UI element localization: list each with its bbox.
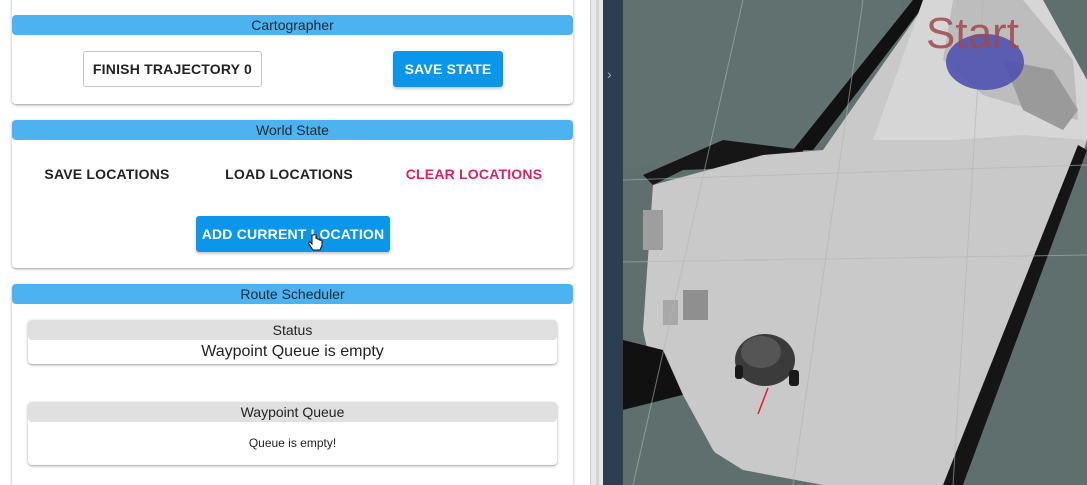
waypoint-queue-header: Waypoint Queue: [28, 402, 557, 422]
waypoint-queue-panel: Waypoint Queue Queue is empty!: [28, 402, 557, 465]
status-panel: Status Waypoint Queue is empty: [28, 320, 557, 364]
clear-locations-button[interactable]: CLEAR LOCATIONS: [404, 156, 544, 192]
route-scheduler-header: Route Scheduler: [12, 284, 573, 304]
chevron-right-icon[interactable]: ›: [607, 66, 612, 82]
finish-trajectory-button[interactable]: FINISH TRAJECTORY 0: [83, 51, 262, 87]
status-header: Status: [28, 320, 557, 340]
viewer-sidebar: ›: [603, 0, 623, 485]
splitter-grip[interactable]: [596, 0, 599, 485]
world-state-card: World State SAVE LOCATIONS LOAD LOCATION…: [12, 120, 573, 268]
cartographer-header: Cartographer: [12, 15, 573, 35]
add-current-location-button[interactable]: ADD CURRENT LOCATION: [196, 216, 390, 252]
occupancy-map[interactable]: Start: [623, 0, 1087, 485]
save-state-button[interactable]: SAVE STATE: [393, 51, 503, 87]
control-panel: Cartographer FINISH TRAJECTORY 0 SAVE ST…: [0, 0, 590, 485]
status-message: Waypoint Queue is empty: [201, 343, 384, 360]
world-state-header: World State: [12, 120, 573, 140]
route-scheduler-card: Route Scheduler Status Waypoint Queue is…: [12, 284, 573, 485]
waypoint-queue-message: Queue is empty!: [248, 436, 337, 450]
hand-pointer-cursor-icon: [308, 234, 323, 251]
map-viewer[interactable]: › Start: [603, 0, 1087, 485]
start-label: Start: [926, 9, 1019, 58]
save-locations-button[interactable]: SAVE LOCATIONS: [42, 156, 172, 192]
panel-splitter[interactable]: [590, 0, 604, 485]
load-locations-button[interactable]: LOAD LOCATIONS: [224, 156, 354, 192]
cartographer-card: Cartographer FINISH TRAJECTORY 0 SAVE ST…: [12, 0, 573, 104]
